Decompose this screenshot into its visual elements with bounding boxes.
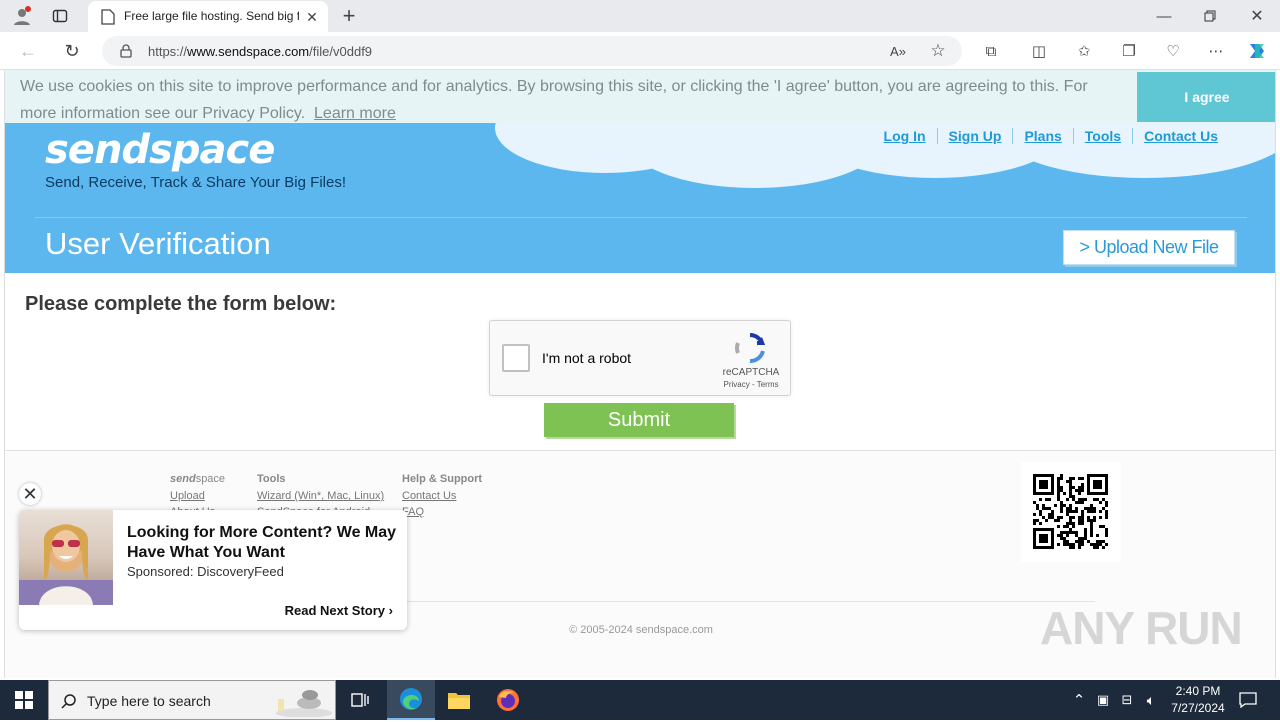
ad-image	[19, 510, 113, 605]
cookie-banner: We use cookies on this site to improve p…	[5, 70, 1275, 123]
recaptcha-terms-link[interactable]: Privacy - Terms	[716, 380, 786, 389]
learn-more-link[interactable]: Learn more	[314, 105, 396, 122]
footer-heading: Tools	[257, 473, 286, 485]
top-nav: Log In Sign Up Plans Tools Contact Us	[873, 128, 1229, 144]
refresh-icon[interactable]: ↻	[60, 39, 84, 63]
back-icon[interactable]: ←	[16, 39, 40, 63]
upload-new-file-button[interactable]: > Upload New File	[1063, 230, 1235, 265]
restore-icon[interactable]	[1198, 4, 1222, 28]
windows-start-icon[interactable]	[0, 680, 48, 720]
nav-plans[interactable]: Plans	[1012, 128, 1072, 144]
form-heading: Please complete the form below:	[25, 293, 337, 315]
new-tab-icon[interactable]: +	[337, 3, 361, 28]
network-icon[interactable]: ⊟	[1115, 688, 1139, 712]
more-menu-icon[interactable]: ⋯	[1204, 39, 1228, 63]
tray-chevron-up-icon[interactable]: ⌃	[1067, 688, 1091, 712]
notifications-icon[interactable]	[1236, 688, 1260, 712]
anyrun-watermark: ANY RUN	[1040, 602, 1243, 654]
footer-link-upload[interactable]: Upload	[170, 488, 225, 504]
system-clock[interactable]: 2:40 PM 7/27/2024	[1160, 683, 1236, 717]
active-tab[interactable]: Free large file hosting. Send big f ✕	[88, 1, 328, 32]
favorites-icon[interactable]: ✩	[1072, 39, 1096, 63]
captcha-checkbox[interactable]	[502, 344, 530, 372]
footer-col-help: Help & Support Contact Us FAQ	[402, 473, 482, 520]
file-explorer-icon[interactable]	[435, 680, 483, 720]
recaptcha-widget: I'm not a robot reCAPTCHA Privacy - Term…	[489, 320, 791, 396]
footer-link-contact[interactable]: Contact Us	[402, 488, 482, 504]
page-title: User Verification	[45, 226, 271, 261]
edge-taskbar-icon[interactable]	[387, 680, 435, 720]
close-window-icon[interactable]: ✕	[1245, 4, 1269, 28]
chevron-right-icon: ›	[388, 603, 393, 618]
search-placeholder: Type here to search	[87, 693, 211, 709]
footer-heading: sendspace	[170, 473, 226, 485]
url-field[interactable]: https://www.sendspace.com/file/v0ddf9 A»…	[102, 36, 962, 66]
footer-link-faq[interactable]: FAQ	[402, 504, 482, 520]
clock-time: 2:40 PM	[1175, 684, 1221, 698]
qr-code	[1021, 462, 1121, 562]
windows-taskbar: Type here to search ⌃ ▣ ⊟ 🔈︎ 2:40 PM 7/2…	[0, 680, 1280, 720]
copilot-icon[interactable]	[1245, 39, 1269, 63]
tagline: Send, Receive, Track & Share Your Big Fi…	[45, 174, 346, 191]
sendspace-logo[interactable]: sendspace	[45, 127, 275, 173]
ad-close-icon[interactable]: ✕	[19, 483, 41, 505]
close-tab-icon[interactable]: ✕	[300, 5, 324, 29]
collections-icon[interactable]: ❐	[1117, 39, 1141, 63]
url-text: https://www.sendspace.com/file/v0ddf9	[148, 44, 373, 59]
site-header: sendspace Send, Receive, Track & Share Y…	[5, 123, 1275, 273]
submit-button[interactable]: Submit	[544, 403, 734, 437]
tab-actions-icon[interactable]	[48, 4, 72, 28]
task-view-icon[interactable]	[336, 680, 384, 720]
taskbar-search[interactable]: Type here to search	[48, 680, 336, 720]
read-next-story-link[interactable]: Read Next Story ›	[285, 603, 393, 618]
ad-title[interactable]: Looking for More Content? We May Have Wh…	[127, 523, 397, 563]
browser-tab-bar: Free large file hosting. Send big f ✕ + …	[0, 0, 1280, 32]
footer-link-wizard[interactable]: Wizard (Win*, Mac, Linux)	[257, 488, 384, 504]
lock-icon[interactable]	[114, 39, 138, 63]
nav-tools[interactable]: Tools	[1072, 128, 1132, 144]
nav-contact-us[interactable]: Contact Us	[1132, 128, 1229, 144]
cookie-text: We use cookies on this site to improve p…	[20, 78, 1088, 122]
search-highlight-icon	[264, 685, 334, 718]
search-icon	[57, 689, 81, 713]
agree-button[interactable]: I agree	[1137, 72, 1275, 122]
recaptcha-logo-icon	[730, 331, 770, 365]
read-aloud-icon[interactable]: A»	[886, 39, 910, 63]
header-divider	[35, 217, 1247, 218]
nav-log-in[interactable]: Log In	[873, 128, 937, 144]
clock-date: 7/27/2024	[1171, 701, 1225, 715]
favorite-star-icon[interactable]: ☆	[926, 39, 950, 63]
profile-icon[interactable]	[10, 4, 34, 28]
tray-device-icon[interactable]: ▣	[1091, 688, 1115, 712]
tab-title: Free large file hosting. Send big f	[124, 9, 299, 23]
firefox-icon[interactable]	[484, 680, 532, 720]
footer-divider	[405, 601, 1095, 602]
captcha-label: I'm not a robot	[542, 350, 632, 366]
minimize-icon[interactable]: —	[1152, 4, 1176, 28]
browser-essentials-icon[interactable]: ♡	[1161, 39, 1185, 63]
address-bar-row: ← ↻ https://www.sendspace.com/file/v0ddf…	[0, 32, 1280, 70]
ad-sponsor: Sponsored: DiscoveryFeed	[127, 564, 284, 579]
nav-sign-up[interactable]: Sign Up	[936, 128, 1013, 144]
split-screen-icon[interactable]: ◫	[1027, 39, 1051, 63]
extensions-icon[interactable]: ⧉	[979, 39, 1003, 63]
footer-heading: Help & Support	[402, 473, 483, 485]
sponsored-ad[interactable]: Looking for More Content? We May Have Wh…	[19, 510, 407, 630]
recaptcha-brand: reCAPTCHA	[722, 367, 780, 378]
page-icon	[96, 5, 120, 29]
